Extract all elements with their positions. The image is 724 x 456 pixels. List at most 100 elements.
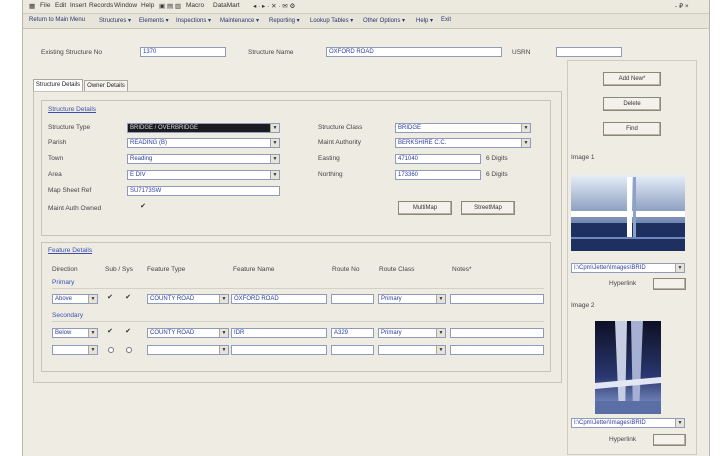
row3-feature-name-field[interactable] bbox=[231, 345, 327, 355]
menu-file[interactable]: File bbox=[40, 2, 50, 9]
multimap-button[interactable]: MultiMap bbox=[398, 201, 452, 215]
row1-notes-field[interactable] bbox=[450, 294, 544, 304]
window-controls[interactable]: - ₽ × bbox=[675, 2, 689, 10]
chevron-down-icon[interactable]: ▼ bbox=[270, 171, 279, 179]
chevron-down-icon[interactable]: ▼ bbox=[521, 139, 530, 147]
row1-feature-name-field[interactable]: OXFORD ROAD bbox=[231, 294, 327, 304]
map-sheet-label: Map Sheet Ref bbox=[48, 187, 92, 194]
chevron-down-icon[interactable]: ▼ bbox=[219, 346, 228, 354]
chevron-down-icon[interactable]: ▼ bbox=[219, 295, 228, 303]
row2-notes-field[interactable] bbox=[450, 328, 544, 338]
image2-path-select[interactable]: I:\Cpm\Jetter\Images\BRID ▼ bbox=[571, 418, 685, 428]
nav-lookup-tables[interactable]: Lookup Tables ▾ bbox=[310, 17, 353, 24]
nav-other-options[interactable]: Other Options ▾ bbox=[363, 17, 405, 24]
menu-window[interactable]: Window bbox=[114, 2, 137, 9]
row3-route-no-field[interactable] bbox=[331, 345, 374, 355]
nav-reporting[interactable]: Reporting ▾ bbox=[269, 17, 300, 24]
nav-maintenance[interactable]: Maintenance ▾ bbox=[220, 17, 259, 24]
row3-feature-type-select[interactable]: ▼ bbox=[147, 345, 229, 355]
easting-label: Easting bbox=[318, 155, 340, 162]
structure-name-field[interactable]: OXFORD ROAD bbox=[326, 47, 502, 57]
nav-help[interactable]: Help ▾ bbox=[416, 17, 433, 24]
image1-path-select[interactable]: I:\Cpm\Jetter\Images\BRID ▼ bbox=[571, 263, 685, 273]
delete-button[interactable]: Delete bbox=[603, 97, 661, 111]
menu-insert[interactable]: Insert bbox=[70, 2, 86, 9]
row3-sys-checkbox[interactable] bbox=[126, 347, 132, 353]
row3-direction-select[interactable]: ▼ bbox=[52, 345, 98, 355]
toolbar-icons[interactable]: ▣ ▤ ▥ bbox=[159, 2, 181, 10]
row1-route-no-field[interactable] bbox=[331, 294, 374, 304]
nav-main-menu[interactable]: Return to Main Menu bbox=[29, 17, 85, 23]
existing-structure-label: Existing Structure No bbox=[41, 49, 103, 56]
structure-type-select[interactable]: BRIDGE / OVERBRIDGE ▼ bbox=[127, 123, 280, 133]
chevron-down-icon[interactable]: ▼ bbox=[88, 329, 97, 337]
chevron-down-icon[interactable]: ▼ bbox=[436, 295, 445, 303]
existing-structure-field[interactable]: 1370 bbox=[140, 47, 226, 57]
area-label: Area bbox=[48, 171, 62, 178]
row2-direction-select[interactable]: Below ▼ bbox=[52, 328, 98, 338]
row1-route-class-select[interactable]: Primary ▼ bbox=[378, 294, 446, 304]
easting-field[interactable]: 471040 bbox=[395, 154, 481, 164]
chevron-down-icon[interactable]: ▼ bbox=[88, 346, 97, 354]
row1-sub-checkbox[interactable]: ✔ bbox=[107, 294, 113, 302]
row2-sub-checkbox[interactable]: ✔ bbox=[107, 328, 113, 336]
northing-field[interactable]: 173360 bbox=[395, 170, 481, 180]
row2-sys-checkbox[interactable]: ✔ bbox=[125, 328, 131, 336]
structure-type-value: BRIDGE / OVERBRIDGE bbox=[130, 125, 199, 131]
tab-structure-details[interactable]: Structure Details bbox=[33, 79, 83, 91]
nav-toolbar: Return to Main Menu Structures ▾ Element… bbox=[23, 14, 709, 29]
row1-route-class-value: Primary bbox=[381, 296, 402, 302]
image1-label: Image 1 bbox=[571, 154, 595, 161]
add-new-button[interactable]: Add New* bbox=[603, 72, 661, 86]
row3-notes-field[interactable] bbox=[450, 345, 544, 355]
menu-records[interactable]: Records bbox=[89, 2, 113, 9]
chevron-down-icon[interactable]: ▼ bbox=[270, 124, 279, 132]
town-label: Town bbox=[48, 155, 64, 162]
image2-hyperlink-button[interactable] bbox=[653, 434, 686, 446]
menu-macro[interactable]: Macro bbox=[186, 2, 204, 9]
nav-elements[interactable]: Elements ▾ bbox=[139, 17, 169, 24]
nav-structures[interactable]: Structures ▾ bbox=[99, 17, 131, 24]
structure-class-select[interactable]: BRIDGE ▼ bbox=[395, 123, 531, 133]
nav-exit[interactable]: Exit bbox=[441, 17, 451, 23]
feature-details-title: Feature Details bbox=[48, 247, 93, 254]
usrn-field[interactable] bbox=[556, 47, 622, 57]
row1-sys-checkbox[interactable]: ✔ bbox=[125, 294, 131, 302]
nav-inspections[interactable]: Inspections ▾ bbox=[176, 17, 211, 24]
chevron-down-icon[interactable]: ▼ bbox=[675, 264, 684, 272]
maint-auth-owned-label: Maint Auth Owned bbox=[48, 205, 102, 212]
row3-route-class-select[interactable]: ▼ bbox=[378, 345, 446, 355]
chevron-down-icon[interactable]: ▼ bbox=[436, 346, 445, 354]
chevron-down-icon[interactable]: ▼ bbox=[88, 295, 97, 303]
chevron-down-icon[interactable]: ▼ bbox=[436, 329, 445, 337]
image1-hyperlink-button[interactable] bbox=[653, 278, 686, 290]
row1-direction-select[interactable]: Above ▼ bbox=[52, 294, 98, 304]
parish-select[interactable]: READING (B) ▼ bbox=[127, 138, 280, 148]
row1-feature-type-select[interactable]: COUNTY ROAD ▼ bbox=[147, 294, 229, 304]
maint-auth-owned-checkbox[interactable]: ✔ bbox=[140, 203, 146, 211]
image1-path-value: I:\Cpm\Jetter\Images\BRID bbox=[574, 265, 646, 271]
chevron-down-icon[interactable]: ▼ bbox=[270, 155, 279, 163]
row2-route-no-field[interactable]: A329 bbox=[331, 328, 374, 338]
row2-feature-name-field[interactable]: IDR bbox=[231, 328, 327, 338]
image2-label: Image 2 bbox=[571, 302, 595, 309]
image2-hyperlink-label: Hyperlink bbox=[609, 436, 637, 443]
map-sheet-field[interactable]: SU7173SW bbox=[127, 186, 280, 196]
maint-authority-select[interactable]: BERKSHIRE C.C. ▼ bbox=[395, 138, 531, 148]
menu-edit[interactable]: Edit bbox=[55, 2, 66, 9]
easting-hint: 6 Digits bbox=[486, 155, 508, 162]
chevron-down-icon[interactable]: ▼ bbox=[270, 139, 279, 147]
town-select[interactable]: Reading ▼ bbox=[127, 154, 280, 164]
row3-sub-checkbox[interactable] bbox=[108, 347, 114, 353]
chevron-down-icon[interactable]: ▼ bbox=[219, 329, 228, 337]
row2-route-class-select[interactable]: Primary ▼ bbox=[378, 328, 446, 338]
streetmap-button[interactable]: StreetMap bbox=[461, 201, 515, 215]
area-select[interactable]: E DIV ▼ bbox=[127, 170, 280, 180]
find-button[interactable]: Find bbox=[603, 122, 661, 136]
nav-icons[interactable]: ◂ · ▸ · ✕ · ✉ ⚙ bbox=[253, 2, 295, 10]
chevron-down-icon[interactable]: ▼ bbox=[675, 419, 684, 427]
row2-feature-type-select[interactable]: COUNTY ROAD ▼ bbox=[147, 328, 229, 338]
chevron-down-icon[interactable]: ▼ bbox=[521, 124, 530, 132]
menu-datamart[interactable]: DataMart bbox=[213, 2, 240, 9]
menu-help[interactable]: Help bbox=[141, 2, 154, 9]
